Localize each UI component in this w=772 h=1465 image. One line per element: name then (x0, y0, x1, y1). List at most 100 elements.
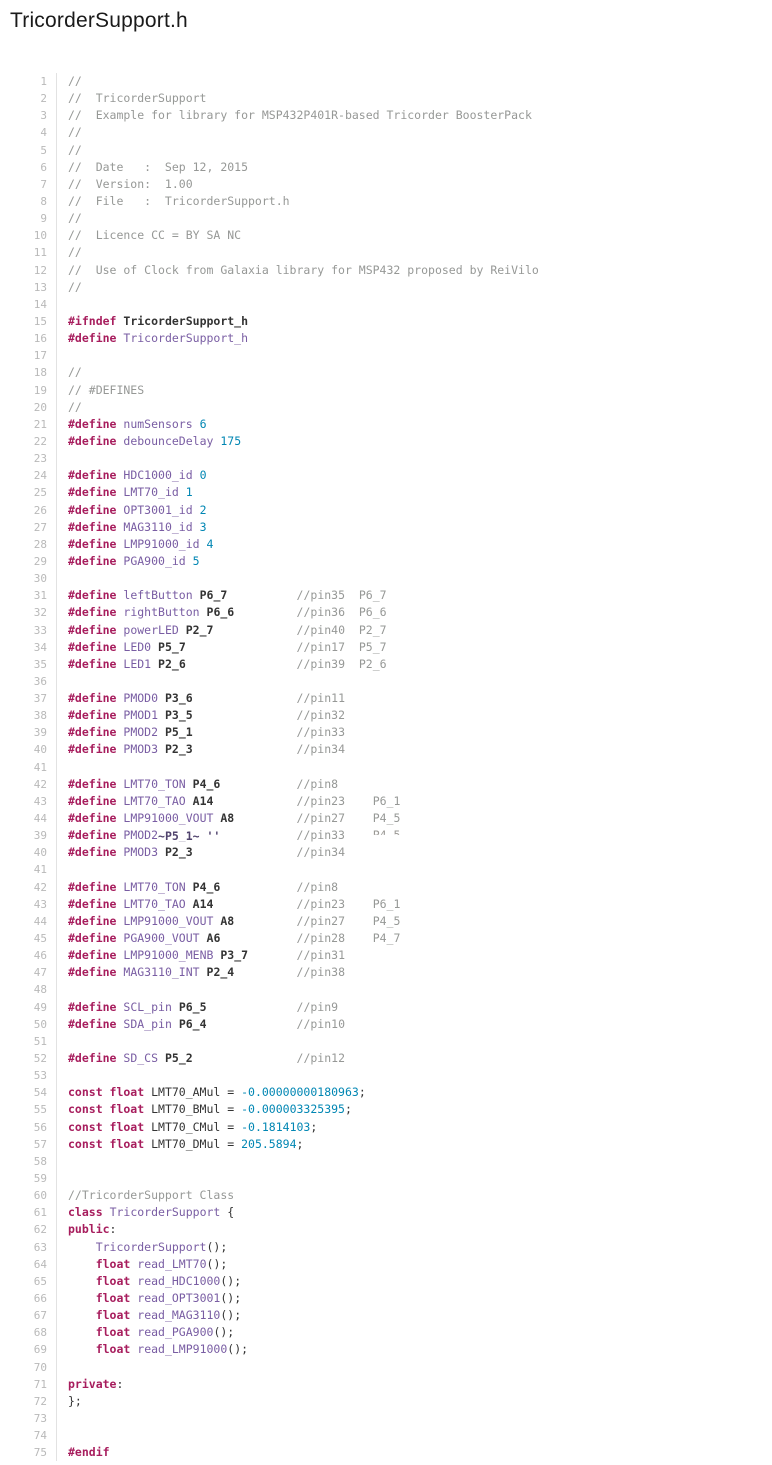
line-number[interactable]: 67 (30, 1307, 56, 1324)
line-number[interactable]: 66 (30, 1290, 56, 1307)
line-number[interactable]: 46 (30, 947, 56, 964)
line-number[interactable]: 43 (30, 896, 56, 913)
line-number[interactable]: 2 (30, 90, 56, 107)
line-number[interactable]: 55 (30, 1101, 56, 1118)
code-text: #define LED1 P2_6 //pin39 P2_6 (56, 656, 772, 673)
line-number[interactable]: 74 (30, 1427, 56, 1444)
line-number[interactable]: 42 (30, 776, 56, 793)
code-segment: leftButton (123, 588, 192, 602)
code-text: // Version: 1.00 (56, 176, 772, 193)
line-number[interactable]: 16 (30, 330, 56, 347)
line-number[interactable]: 33 (30, 622, 56, 639)
code-lines-container: 1//2// TricorderSupport3// Example for l… (30, 73, 772, 1461)
line-number[interactable]: 40 (30, 741, 56, 758)
code-line: 37#define PMOD0 P3_6 //pin11 (30, 690, 772, 707)
line-number[interactable]: 53 (30, 1067, 56, 1084)
line-number[interactable]: 28 (30, 536, 56, 553)
line-number[interactable]: 19 (30, 382, 56, 399)
line-number[interactable]: 35 (30, 656, 56, 673)
line-number[interactable]: 60 (30, 1187, 56, 1204)
code-text: #ifndef TricorderSupport_h (56, 313, 772, 330)
line-number[interactable]: 62 (30, 1221, 56, 1238)
line-number[interactable]: 30 (30, 570, 56, 587)
line-number[interactable]: 47 (30, 964, 56, 981)
line-number[interactable]: 44 (30, 810, 56, 827)
code-segment: A14 (193, 897, 214, 911)
line-number[interactable]: 41 (30, 861, 56, 878)
code-segment (68, 1274, 96, 1288)
line-number[interactable]: 39 (30, 827, 56, 844)
line-number[interactable]: 17 (30, 347, 56, 364)
line-number[interactable]: 48 (30, 981, 56, 998)
code-segment (68, 1257, 96, 1271)
line-number[interactable]: 36 (30, 673, 56, 690)
line-number[interactable]: 20 (30, 399, 56, 416)
line-number[interactable]: 6 (30, 159, 56, 176)
code-segment: // Date : Sep 12, 2015 (68, 160, 248, 174)
line-number[interactable]: 68 (30, 1324, 56, 1341)
line-number[interactable]: 26 (30, 502, 56, 519)
line-number[interactable]: 38 (30, 707, 56, 724)
line-number[interactable]: 9 (30, 210, 56, 227)
line-number[interactable]: 71 (30, 1376, 56, 1393)
code-segment: //pin12 (297, 1051, 345, 1065)
line-number[interactable]: 43 (30, 793, 56, 810)
line-number[interactable]: 22 (30, 433, 56, 450)
line-number[interactable]: 59 (30, 1170, 56, 1187)
line-number[interactable]: 40 (30, 844, 56, 861)
line-number[interactable]: 64 (30, 1256, 56, 1273)
line-number[interactable]: 25 (30, 484, 56, 501)
line-number[interactable]: 56 (30, 1119, 56, 1136)
line-number[interactable]: 58 (30, 1153, 56, 1170)
line-number[interactable]: 65 (30, 1273, 56, 1290)
code-line: 66 float read_OPT3001(); (30, 1290, 772, 1307)
line-number[interactable]: 1 (30, 73, 56, 90)
line-number[interactable]: 37 (30, 690, 56, 707)
line-number[interactable]: 29 (30, 553, 56, 570)
line-number[interactable]: 69 (30, 1341, 56, 1358)
line-number[interactable]: 18 (30, 364, 56, 381)
line-number[interactable]: 45 (30, 930, 56, 947)
line-number[interactable]: 8 (30, 193, 56, 210)
line-number[interactable]: 75 (30, 1444, 56, 1461)
code-segment: //pin39 P2_6 (297, 657, 387, 671)
line-number[interactable]: 15 (30, 313, 56, 330)
line-number[interactable]: 23 (30, 450, 56, 467)
code-segment: // TricorderSupport (68, 91, 206, 105)
line-number[interactable]: 21 (30, 416, 56, 433)
line-number[interactable]: 63 (30, 1239, 56, 1256)
line-number[interactable]: 39 (30, 724, 56, 741)
line-number[interactable]: 14 (30, 296, 56, 313)
line-number[interactable]: 32 (30, 604, 56, 621)
line-number[interactable]: 31 (30, 587, 56, 604)
line-number[interactable]: 10 (30, 227, 56, 244)
line-number[interactable]: 3 (30, 107, 56, 124)
line-number[interactable]: 57 (30, 1136, 56, 1153)
code-segment (234, 965, 296, 979)
line-number[interactable]: 54 (30, 1084, 56, 1101)
line-number[interactable]: 5 (30, 142, 56, 159)
line-number[interactable]: 13 (30, 279, 56, 296)
line-number[interactable]: 34 (30, 639, 56, 656)
line-number[interactable]: 27 (30, 519, 56, 536)
code-text (56, 981, 772, 998)
line-number[interactable]: 24 (30, 467, 56, 484)
code-text (56, 1153, 772, 1170)
line-number[interactable]: 72 (30, 1393, 56, 1410)
line-number[interactable]: 70 (30, 1359, 56, 1376)
line-number[interactable]: 44 (30, 913, 56, 930)
line-number[interactable]: 7 (30, 176, 56, 193)
line-number[interactable]: 12 (30, 262, 56, 279)
line-number[interactable]: 51 (30, 1033, 56, 1050)
line-number[interactable]: 61 (30, 1204, 56, 1221)
line-number[interactable]: 11 (30, 244, 56, 261)
line-number[interactable]: 4 (30, 124, 56, 141)
line-number[interactable]: 50 (30, 1016, 56, 1033)
line-number[interactable]: 42 (30, 879, 56, 896)
line-number[interactable]: 41 (30, 759, 56, 776)
line-number[interactable]: 73 (30, 1410, 56, 1427)
line-number[interactable]: 52 (30, 1050, 56, 1067)
code-line: 39#define PMOD2~P5_1~ '' //pin33 P4_5 (30, 827, 772, 844)
code-text (56, 347, 772, 364)
line-number[interactable]: 49 (30, 999, 56, 1016)
